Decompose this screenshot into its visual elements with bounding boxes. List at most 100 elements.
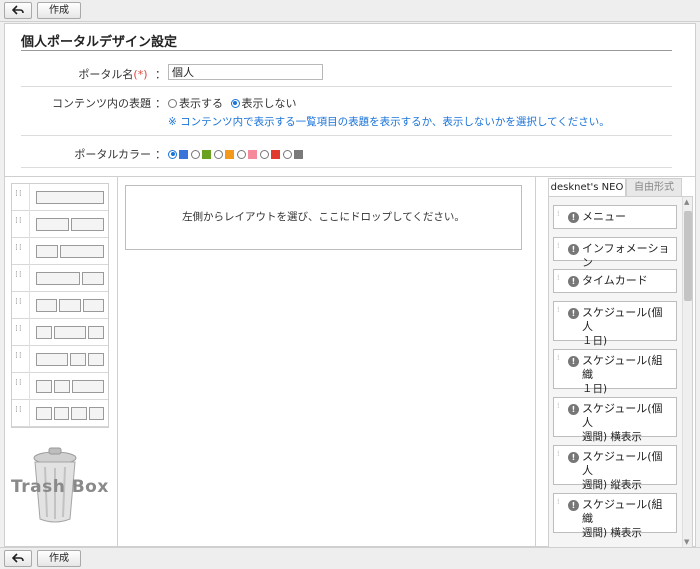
- content-item[interactable]: ⁞! タイムカード: [553, 269, 677, 293]
- scrollbar[interactable]: ▲ ▼: [682, 197, 692, 547]
- layout-drop-zone[interactable]: 左側からレイアウトを選び、ここにドロップしてください。: [125, 185, 522, 250]
- layout-option[interactable]: ⁞⁞: [12, 373, 108, 400]
- layout-column: [88, 407, 104, 420]
- radio-show-label[interactable]: 表示する: [179, 97, 223, 110]
- content-item-label: メニュー: [582, 210, 626, 223]
- layout-column: [88, 353, 104, 366]
- portal-name-input[interactable]: [168, 64, 323, 80]
- bottom-toolbar: 作成: [0, 547, 700, 569]
- content-item-list: ▲ ▼ ⁞! メニュー ⁞! インフォメーション ⁞! タイムカード ⁞! スケジュール(個人…: [548, 196, 693, 548]
- drag-handle-icon[interactable]: ⁞⁞: [15, 298, 22, 311]
- drag-handle-icon[interactable]: ⁞: [557, 354, 560, 362]
- drag-handle-icon[interactable]: ⁞⁞: [15, 271, 22, 284]
- layout-option[interactable]: ⁞⁞: [12, 238, 108, 265]
- layout-option[interactable]: ⁞⁞: [12, 292, 108, 319]
- info-icon: !: [568, 308, 579, 319]
- color-swatch: [294, 149, 303, 159]
- content-item[interactable]: ⁞! メニュー: [553, 205, 677, 229]
- info-icon: !: [568, 404, 579, 415]
- divider: [29, 400, 30, 427]
- radio-hide[interactable]: [230, 98, 240, 108]
- info-icon: !: [568, 452, 579, 463]
- drag-handle-icon[interactable]: ⁞: [557, 306, 560, 314]
- color-swatch: [202, 149, 211, 159]
- tab-free-format[interactable]: 自由形式: [626, 178, 682, 196]
- layout-column: [36, 272, 80, 285]
- drag-handle-icon[interactable]: ⁞: [557, 242, 560, 250]
- back-arrow-icon: [11, 553, 24, 563]
- layout-column: [36, 380, 52, 393]
- drag-handle-icon[interactable]: ⁞⁞: [15, 244, 22, 257]
- layout-option[interactable]: ⁞⁞: [12, 319, 108, 346]
- drag-handle-icon[interactable]: ⁞: [557, 210, 560, 218]
- drag-handle-icon[interactable]: ⁞⁞: [15, 406, 22, 419]
- layout-column: [36, 191, 104, 204]
- create-button[interactable]: 作成: [37, 550, 81, 567]
- layout-option[interactable]: ⁞⁞: [12, 346, 108, 373]
- color-radio[interactable]: [283, 149, 292, 159]
- divider: [29, 346, 30, 373]
- info-icon: !: [568, 276, 579, 287]
- color-radio[interactable]: [214, 149, 223, 159]
- layout-column: [36, 299, 58, 312]
- content-item[interactable]: ⁞! スケジュール(個人 週間) 横表示: [553, 397, 677, 443]
- scrollbar-thumb[interactable]: [684, 211, 692, 301]
- color-radio[interactable]: [237, 149, 246, 159]
- drag-handle-icon[interactable]: ⁞⁞: [15, 325, 22, 338]
- create-button[interactable]: 作成: [37, 2, 81, 19]
- color-radio[interactable]: [168, 149, 177, 159]
- drag-handle-icon[interactable]: ⁞: [557, 498, 560, 506]
- back-button[interactable]: [4, 2, 32, 19]
- drag-handle-icon[interactable]: ⁞⁞: [15, 379, 22, 392]
- content-item[interactable]: ⁞! スケジュール(個人 １日): [553, 301, 677, 347]
- scroll-up-icon[interactable]: ▲: [684, 198, 689, 206]
- header-display-label: コンテンツ内の表題：: [52, 97, 166, 110]
- layout-option[interactable]: ⁞⁞: [12, 211, 108, 238]
- layout-option[interactable]: ⁞⁞: [12, 400, 108, 427]
- drag-handle-icon[interactable]: ⁞⁞: [15, 352, 22, 365]
- divider: [29, 292, 30, 319]
- divider: [535, 177, 536, 548]
- drag-handle-icon[interactable]: ⁞: [557, 450, 560, 458]
- layout-preview: [36, 353, 104, 366]
- layout-preview: [36, 380, 104, 393]
- layout-option[interactable]: ⁞⁞: [12, 184, 108, 211]
- divider: [29, 184, 30, 211]
- color-radio[interactable]: [191, 149, 200, 159]
- portal-color-label: ポータルカラー：: [74, 148, 166, 161]
- radio-show[interactable]: [168, 98, 177, 108]
- layout-column: [82, 299, 104, 312]
- layout-preview: [36, 326, 104, 339]
- layout-column: [54, 326, 86, 339]
- content-item[interactable]: ⁞! インフォメーション: [553, 237, 677, 269]
- divider: [29, 373, 30, 400]
- required-mark: (*): [133, 68, 148, 81]
- layout-preview: [36, 191, 104, 204]
- layout-column: [54, 380, 70, 393]
- content-item[interactable]: ⁞! スケジュール(組織 週間) 横表示: [553, 493, 677, 539]
- scroll-down-icon[interactable]: ▼: [684, 538, 689, 546]
- layout-column: [53, 407, 69, 420]
- page-title: 個人ポータルデザイン設定: [21, 31, 672, 51]
- info-icon: !: [568, 356, 579, 367]
- portal-name-label: ポータル名(*) ：: [78, 68, 166, 81]
- content-item[interactable]: ⁞! スケジュール(個人 週間) 縦表示: [553, 445, 677, 491]
- divider: [29, 319, 30, 346]
- main-panel: 個人ポータルデザイン設定 ポータル名(*) ： コンテンツ内の表題： 表示する …: [4, 23, 696, 548]
- color-radio[interactable]: [260, 149, 269, 159]
- drag-handle-icon[interactable]: ⁞⁞: [15, 190, 22, 203]
- color-swatch: [225, 149, 234, 159]
- radio-hide-label[interactable]: 表示しない: [242, 97, 297, 110]
- layout-preview: [36, 218, 104, 231]
- drag-handle-icon[interactable]: ⁞⁞: [15, 217, 22, 230]
- drag-handle-icon[interactable]: ⁞: [557, 402, 560, 410]
- drag-handle-icon[interactable]: ⁞: [557, 274, 560, 282]
- layout-option[interactable]: ⁞⁞: [12, 265, 108, 292]
- content-item[interactable]: ⁞! スケジュール(組織 １日): [553, 349, 677, 395]
- color-swatch: [271, 149, 280, 159]
- layout-preview: [36, 245, 104, 258]
- color-swatch: [248, 149, 257, 159]
- info-icon: !: [568, 212, 579, 223]
- back-button[interactable]: [4, 550, 32, 567]
- tab-desknets-neo[interactable]: desknet's NEO: [548, 178, 626, 196]
